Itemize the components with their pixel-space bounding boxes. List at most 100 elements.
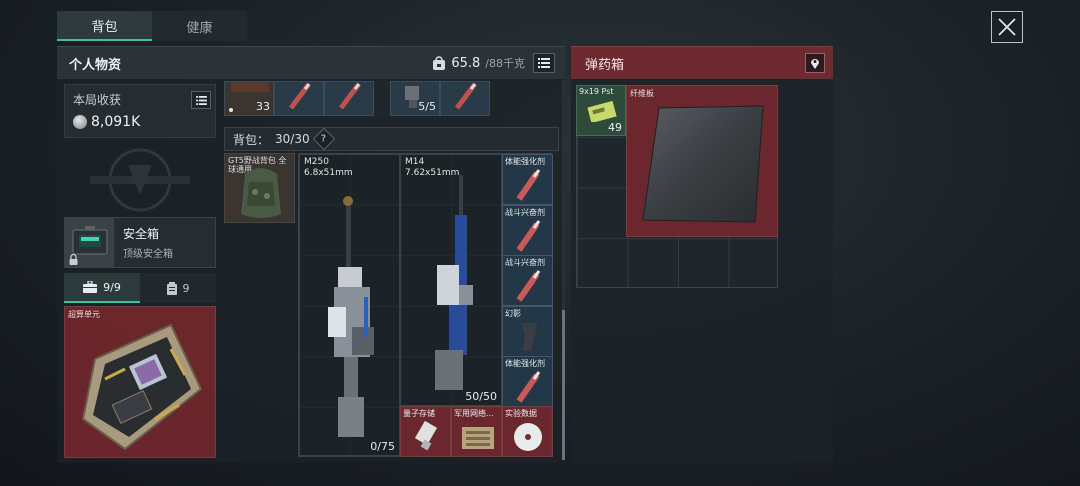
consumable-item[interactable]: 幻影 — [502, 305, 553, 357]
consumable-label: 体能强化剂 — [505, 359, 545, 369]
weapon-name: M250 — [304, 157, 329, 167]
personal-title: 个人物资 — [69, 57, 122, 73]
bottom-item-label: 军用网络... — [454, 409, 494, 418]
syringe-icon — [516, 371, 541, 404]
bottom-item[interactable]: 军用网络... — [451, 406, 502, 457]
ammo-box-location-button[interactable] — [805, 53, 825, 73]
rifle-icon — [435, 175, 473, 390]
backpack-equipped-item[interactable]: GT5野战背包 全球通用 — [224, 153, 295, 223]
help-glyph: ? — [320, 133, 327, 145]
top-item-row: 33 5/5 — [224, 81, 490, 116]
safe-box-image — [65, 218, 115, 267]
tab-canister[interactable]: 9 — [140, 273, 216, 303]
syringe-item[interactable] — [440, 81, 490, 116]
consumable-item[interactable]: 战斗兴奋剂 — [502, 204, 553, 256]
bottom-item[interactable]: 量子存储 — [400, 406, 451, 457]
canister-icon — [166, 281, 177, 295]
faction-emblem-icon — [90, 148, 190, 212]
syringe-icon — [516, 270, 541, 302]
bottom-item-label: 实验数据 — [505, 409, 537, 418]
consumable-label: 体能强化剂 — [505, 157, 545, 166]
container-tabs: 9/9 9 — [64, 273, 216, 303]
harvest-label: 本局收获 — [73, 93, 122, 107]
machine-gun-icon — [328, 196, 374, 437]
tab-briefcase[interactable]: 9/9 — [64, 273, 140, 303]
weapon-name: M14 — [405, 157, 425, 167]
harvest-list-button-wrap — [191, 91, 211, 109]
spacer — [374, 81, 390, 116]
weapon-label: M250 6.8x51mm — [304, 157, 353, 179]
consumable-item[interactable]: 体能强化剂 — [502, 154, 553, 205]
briefcase-icon — [83, 281, 98, 293]
supercomputer-chip-icon — [81, 323, 203, 451]
help-icon[interactable]: ? — [312, 127, 335, 151]
fiberboard-item[interactable]: 纤维板 — [626, 85, 778, 237]
coin-icon — [73, 115, 87, 129]
safe-box-name: 安全箱 — [123, 227, 160, 241]
weapon-m250[interactable]: M250 6.8x51mm 0/75 — [299, 154, 400, 456]
data-disc-icon — [514, 423, 542, 451]
personal-header: 个人物资 65.8 /88千克 — [57, 46, 565, 79]
list-icon — [195, 95, 207, 105]
syringe-item[interactable] — [324, 81, 374, 116]
ammo-box-title: 弹药箱 — [585, 57, 625, 73]
special-slot-item[interactable]: 超算单元 — [64, 306, 216, 458]
personal-list-button[interactable] — [533, 53, 555, 73]
fiberboard-label: 纤维板 — [630, 89, 654, 98]
harvest-value-row: 8,091K — [73, 114, 207, 130]
ammo-item-count: 49 — [608, 121, 622, 134]
tab-backpack[interactable]: 背包 — [57, 11, 152, 41]
magazine-count: 5/5 — [418, 100, 436, 113]
backpack-grid: M250 6.8x51mm 0/75 M14 7.62x51mm 50/50 体… — [298, 153, 553, 457]
consumable-item[interactable]: 战斗兴奋剂 — [502, 255, 553, 307]
harvest-value: 8,091K — [91, 114, 141, 130]
consumable-label: 战斗兴奋剂 — [505, 207, 545, 217]
backpack-capacity: 30/30 — [275, 132, 310, 146]
weight-current: 65.8 — [451, 55, 481, 71]
close-icon — [998, 18, 1016, 36]
weight-display: 65.8 /88千克 — [432, 55, 525, 71]
backpack-icon — [241, 168, 281, 218]
backpack-capacity-bar: 背包： 30/30 ? — [224, 127, 559, 151]
usb-drive-icon — [414, 421, 438, 451]
ammo-item-9x19[interactable]: 9x19 Pst 49 — [576, 85, 626, 136]
harvest-list-button[interactable] — [191, 91, 211, 109]
tab-health[interactable]: 健康 — [152, 11, 247, 41]
stack-count: 33 — [256, 100, 270, 113]
weapon-ammo-count: 0/75 — [370, 440, 395, 453]
safe-box-type: 顶级安全箱 — [123, 249, 173, 260]
syringe-icon — [516, 219, 541, 252]
ammo-pack-icon — [587, 100, 617, 122]
weapon-ammo-count: 50/50 — [465, 390, 497, 403]
syringe-icon — [455, 82, 477, 110]
ammo-item-label: 9x19 Pst — [579, 87, 614, 96]
top-tabs: 背包 健康 — [57, 11, 247, 41]
lock-icon — [69, 254, 78, 265]
fiberboard-icon — [642, 105, 764, 223]
safe-box-text: 安全箱 顶级安全箱 — [115, 225, 173, 260]
backpack-label: 背包： — [233, 132, 270, 147]
weight-icon — [433, 56, 446, 70]
grip-icon — [521, 322, 537, 351]
syringe-icon — [516, 169, 541, 201]
consumable-label: 幻影 — [505, 308, 521, 318]
ammo-stack-item[interactable]: 33 — [224, 81, 274, 116]
syringe-icon — [289, 82, 311, 110]
consumable-item[interactable]: 体能强化剂 — [502, 356, 553, 408]
network-device-icon — [462, 427, 494, 449]
ammo-box-icon — [231, 82, 269, 92]
bottom-item-label: 量子存储 — [403, 409, 435, 418]
consumable-label: 战斗兴奋剂 — [505, 258, 545, 268]
dot-indicator — [229, 108, 233, 112]
list-icon — [538, 58, 550, 68]
bottom-item[interactable]: 实验数据 — [502, 406, 553, 457]
magazine-item[interactable]: 5/5 — [390, 81, 440, 116]
syringe-item[interactable] — [274, 81, 324, 116]
canister-count: 9 — [182, 281, 190, 295]
inventory-scrollbar-thumb[interactable] — [562, 310, 565, 460]
ammo-box-header: 弹药箱 — [571, 46, 833, 79]
close-button[interactable] — [991, 11, 1023, 43]
safe-box[interactable]: 安全箱 顶级安全箱 — [64, 217, 216, 268]
briefcase-count: 9/9 — [103, 280, 121, 294]
weapon-m14[interactable]: M14 7.62x51mm 50/50 — [400, 154, 502, 406]
